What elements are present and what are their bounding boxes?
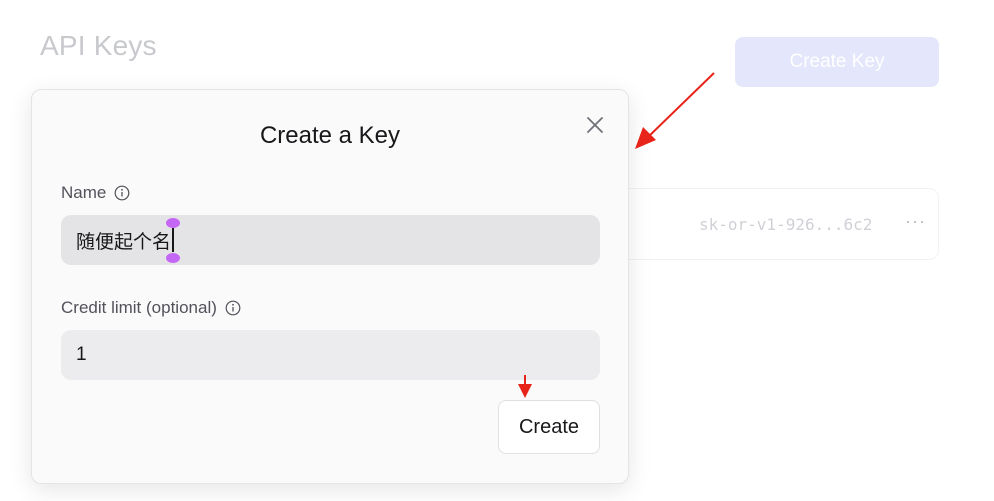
page-title: API Keys (40, 30, 157, 61)
create-key-dialog: Create a Key Name 随便起个名 Credit limit (op… (31, 89, 629, 484)
text-cursor (166, 218, 181, 263)
api-key-row: sk-or-v1-926...6c2 ··· (600, 188, 939, 260)
name-input-value: 随便起个名 (76, 230, 172, 253)
name-input[interactable]: 随便起个名 (61, 215, 600, 265)
arrow-to-create-key-icon (635, 72, 715, 149)
info-icon[interactable] (114, 185, 130, 201)
name-label-text: Name (61, 183, 107, 202)
selection-handle-top[interactable] (166, 218, 181, 228)
create-button[interactable]: Create (498, 400, 600, 454)
credit-limit-label-text: Credit limit (optional) (61, 298, 217, 317)
credit-limit-input[interactable]: 1 (61, 330, 600, 380)
more-options-button[interactable]: ··· (905, 211, 926, 232)
name-label: Name (61, 183, 130, 203)
create-key-button[interactable]: Create Key (735, 37, 939, 87)
selection-handle-bottom[interactable] (166, 253, 181, 263)
close-button[interactable] (584, 114, 606, 136)
info-icon[interactable] (225, 300, 241, 316)
dialog-title: Create a Key (259, 122, 401, 149)
credit-limit-value: 1 (76, 344, 87, 365)
close-icon (587, 117, 603, 133)
masked-key: sk-or-v1-926...6c2 (699, 215, 873, 234)
credit-limit-label: Credit limit (optional) (61, 298, 241, 318)
